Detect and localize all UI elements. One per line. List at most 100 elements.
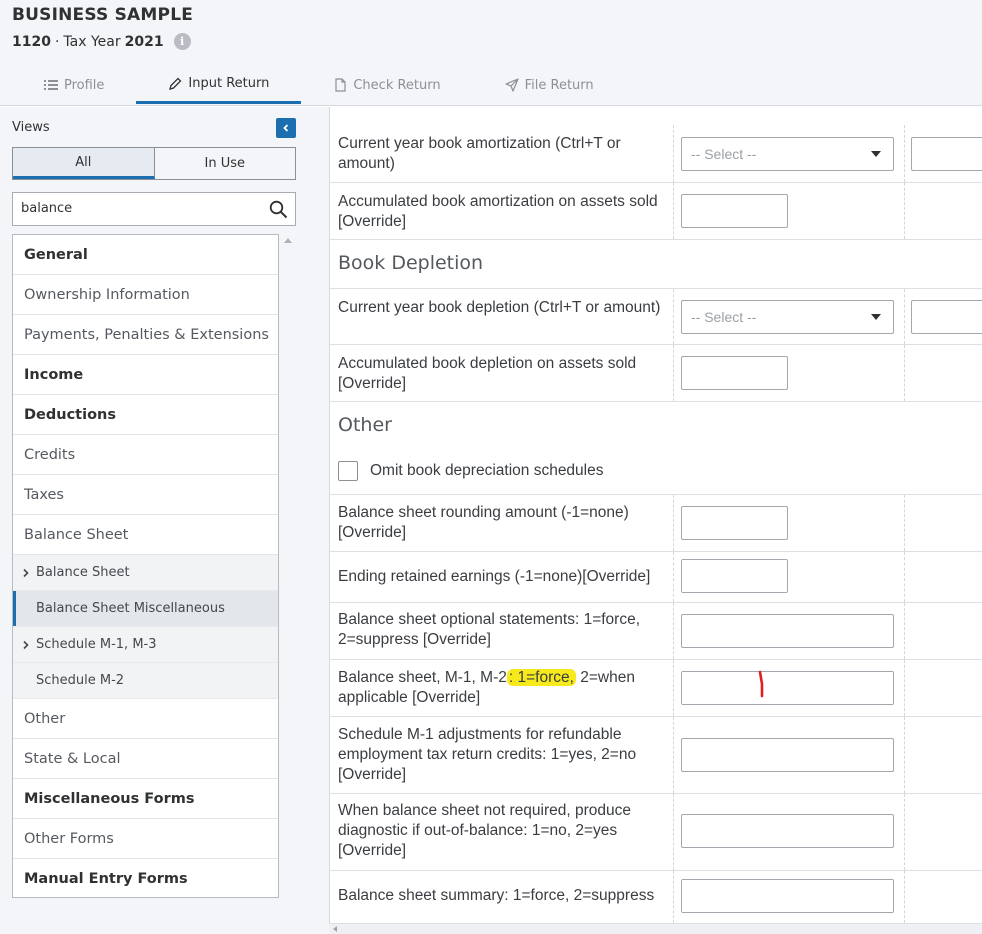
tab-label: Check Return [353, 77, 441, 93]
column-divider [673, 717, 674, 793]
collapse-sidebar-button[interactable] [276, 118, 296, 138]
book-amortization-amount-input[interactable] [911, 137, 982, 171]
column-divider [904, 183, 905, 239]
nav-item-other[interactable]: Other [13, 699, 278, 739]
nav-item-manual-entry-forms[interactable]: Manual Entry Forms [13, 859, 278, 897]
form-row: Current year book amortization (Ctrl+T o… [330, 125, 982, 183]
field-label: When balance sheet not required, produce… [338, 802, 631, 859]
views-toggle: All In Use [12, 147, 296, 180]
column-divider [904, 125, 905, 182]
nav-item-miscellaneous-forms[interactable]: Miscellaneous Forms [13, 779, 278, 819]
book-amortization-select[interactable]: -- Select -- [681, 137, 894, 171]
field-label: Current year book depletion (Ctrl+T or a… [338, 299, 661, 316]
nav-subitem-balance-sheet-miscellaneous[interactable]: Balance Sheet Miscellaneous [13, 591, 278, 627]
column-divider [673, 603, 674, 659]
m1-adjustments-input[interactable] [681, 738, 894, 772]
balance-sheet-summary-input[interactable] [681, 879, 894, 913]
accumulated-amortization-input[interactable] [681, 194, 788, 228]
nav-item-deductions[interactable]: Deductions [13, 395, 278, 435]
form-row: Ending retained earnings (-1=none)[Overr… [330, 552, 982, 603]
form-type: 1120 [12, 33, 51, 50]
dropdown-caret-icon [871, 314, 881, 320]
form-row: Balance sheet summary: 1=force, 2=suppre… [330, 871, 982, 923]
page-header: BUSINESS SAMPLE 1120 · Tax Year 2021 i P… [0, 0, 982, 106]
toggle-in-use-button[interactable]: In Use [155, 148, 296, 179]
book-depletion-amount-input[interactable] [911, 300, 982, 334]
ending-retained-earnings-input[interactable] [681, 559, 788, 593]
nav-subitem-balance-sheet[interactable]: Balance Sheet [13, 555, 278, 591]
views-nav-list: General Ownership Information Payments, … [12, 234, 279, 898]
chevron-right-icon[interactable] [22, 640, 30, 650]
document-icon [335, 78, 346, 92]
search-icon[interactable] [269, 200, 288, 219]
column-divider [904, 794, 905, 870]
tab-check-return[interactable]: Check Return [301, 66, 472, 104]
column-divider [904, 289, 905, 344]
column-divider [904, 603, 905, 659]
nav-item-ownership-information[interactable]: Ownership Information [13, 275, 278, 315]
omit-schedules-option[interactable]: Omit book depreciation schedules [338, 461, 604, 481]
book-depletion-select[interactable]: -- Select -- [681, 300, 894, 334]
column-divider [673, 552, 674, 602]
form-row: Omit book depreciation schedules [330, 450, 982, 495]
column-divider [904, 345, 905, 401]
search-input[interactable] [13, 193, 253, 223]
red-annotation-mark [758, 670, 764, 698]
column-divider [673, 125, 674, 182]
accumulated-depletion-input[interactable] [681, 356, 788, 390]
nav-item-state-local[interactable]: State & Local [13, 739, 278, 779]
rounding-amount-input[interactable] [681, 506, 788, 540]
select-placeholder: -- Select -- [691, 146, 757, 162]
paper-plane-icon [505, 78, 519, 92]
scroll-left-arrow-icon[interactable] [333, 926, 337, 932]
field-label: Accumulated book amortization on assets … [338, 193, 658, 230]
label-text: Balance sheet, M-1, M-2 [338, 669, 507, 686]
return-subtitle: 1120 · Tax Year 2021 i [12, 33, 191, 50]
chevron-right-icon[interactable] [22, 568, 30, 578]
form-row: Current year book depletion (Ctrl+T or a… [330, 288, 982, 345]
nav-item-income[interactable]: Income [13, 355, 278, 395]
column-divider [673, 660, 674, 716]
tax-year: 2021 [124, 33, 164, 50]
nav-subitem-schedule-m2[interactable]: Schedule M-2 [13, 663, 278, 699]
nav-item-balance-sheet[interactable]: Balance Sheet [13, 515, 278, 555]
info-icon[interactable]: i [173, 33, 191, 50]
column-divider [904, 552, 905, 602]
section-title-other: Other [338, 414, 392, 436]
balance-sheet-m1-m2-input[interactable] [681, 670, 894, 705]
column-divider [904, 495, 905, 551]
nav-subitem-schedule-m1-m3[interactable]: Schedule M-1, M-3 [13, 627, 278, 663]
tax-year-label: Tax Year [63, 33, 121, 50]
nav-scrollbar[interactable] [280, 234, 296, 934]
field-label: Balance sheet rounding amount (-1=none) … [338, 504, 629, 541]
optional-statements-input[interactable] [681, 614, 894, 648]
nav-subitem-label: Balance Sheet [36, 565, 130, 580]
list-icon [44, 80, 58, 90]
out-of-balance-diagnostic-input[interactable] [681, 814, 894, 848]
tab-file-return[interactable]: File Return [473, 66, 626, 104]
subtitle-separator: · [54, 33, 60, 50]
checkbox-label: Omit book depreciation schedules [370, 462, 604, 479]
omit-schedules-checkbox[interactable] [338, 461, 358, 481]
views-sidebar: Views All In Use General Ownership Infor… [0, 107, 313, 934]
form-row: Accumulated book depletion on assets sol… [330, 345, 982, 402]
toggle-all-button[interactable]: All [13, 148, 155, 179]
nav-item-general[interactable]: General [13, 235, 278, 275]
nav-item-credits[interactable]: Credits [13, 435, 278, 475]
form-row: Balance sheet, M-1, M-2: 1=force, 2=when… [330, 660, 982, 717]
column-divider [673, 345, 674, 401]
form-row: Accumulated book amortization on assets … [330, 183, 982, 240]
nav-subitem-label: Schedule M-1, M-3 [36, 637, 157, 652]
tab-label: Input Return [188, 76, 270, 91]
horizontal-scrollbar[interactable] [329, 923, 982, 934]
form-row: Balance sheet rounding amount (-1=none) … [330, 495, 982, 552]
column-divider [673, 794, 674, 870]
nav-item-other-forms[interactable]: Other Forms [13, 819, 278, 859]
tab-profile[interactable]: Profile [12, 66, 136, 104]
column-divider [673, 495, 674, 551]
tab-input-return[interactable]: Input Return [136, 66, 302, 104]
scroll-up-arrow-icon[interactable] [284, 238, 292, 243]
nav-item-payments-penalties-extensions[interactable]: Payments, Penalties & Extensions [13, 315, 278, 355]
nav-item-taxes[interactable]: Taxes [13, 475, 278, 515]
field-label: Balance sheet, M-1, M-2: 1=force, 2=when… [338, 668, 664, 708]
